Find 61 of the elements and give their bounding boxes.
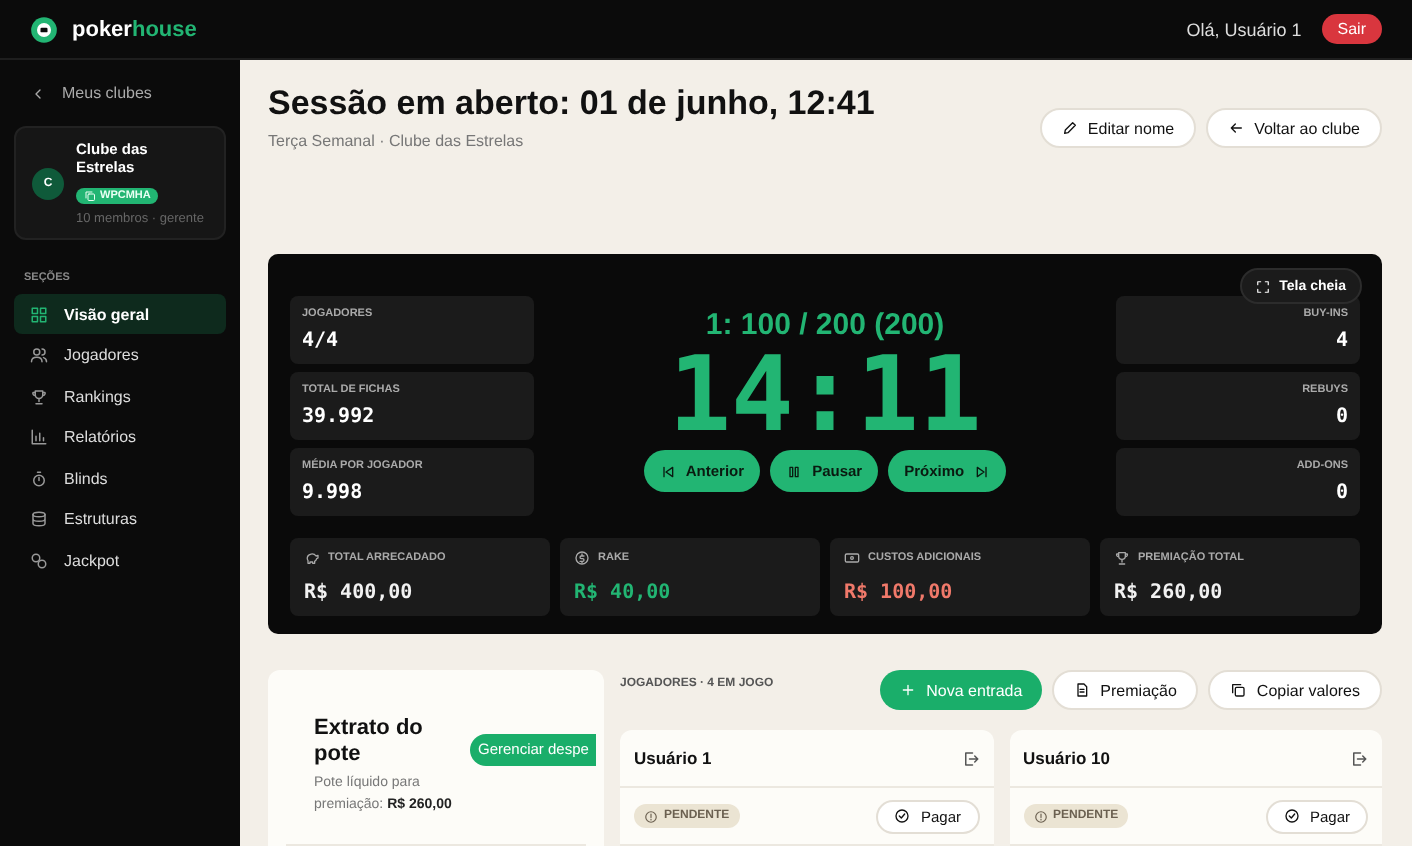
check-circle-icon [894, 808, 911, 824]
back-to-club-button[interactable]: Voltar ao clube [1206, 108, 1382, 148]
page-title: Sessão em aberto: 01 de junho, 12:41 [268, 84, 875, 124]
copy-icon [1230, 682, 1247, 698]
back-link[interactable]: Meus clubes [14, 84, 226, 102]
alert-circle-icon [644, 809, 658, 823]
sidebar-item[interactable]: Estruturas [14, 499, 226, 539]
skip-back-icon [659, 463, 676, 479]
exit-icon [1350, 749, 1368, 767]
page-subtitle: Terça Semanal · Clube das Estrelas [268, 132, 526, 150]
sidebar-item[interactable]: Jogadores [14, 335, 226, 375]
chevron-left-icon [30, 85, 46, 101]
copy-values-button[interactable]: Copiar valores [1208, 670, 1382, 710]
arrow-left-icon [1228, 120, 1245, 136]
stat-value: 0 [1335, 482, 1348, 504]
total-value: R$ 400,00 [304, 582, 415, 604]
skip-forward-icon [974, 463, 991, 479]
stat-value: 9.998 [302, 482, 365, 504]
total-value: R$ 40,00 [574, 582, 673, 604]
layers-icon [30, 510, 48, 528]
exit-icon [961, 749, 979, 767]
stopwatch-icon [30, 469, 48, 487]
sidebar-item[interactable]: Rankings [14, 376, 226, 416]
coins-icon [30, 551, 48, 569]
sidebar-item[interactable]: Blinds [14, 458, 226, 498]
clock-time: 14:11 [668, 346, 982, 446]
blind-level: 1: 100 / 200 (200) [705, 308, 945, 342]
check-circle-icon [1283, 808, 1300, 824]
total-value: R$ 260,00 [1114, 582, 1225, 604]
stat-value: 4/4 [302, 330, 341, 352]
plus-icon [900, 682, 917, 698]
logout-button[interactable]: Sair [1321, 14, 1382, 44]
edit-name-button[interactable]: Editar nome [1039, 108, 1197, 148]
pencil-icon [1061, 120, 1078, 136]
pot-title: Extrato do pote [314, 715, 425, 767]
stat-value: 4 [1335, 330, 1348, 352]
users-icon [30, 346, 48, 364]
pause-icon [786, 463, 803, 479]
logo-icon [30, 15, 58, 43]
copy-icon [84, 190, 96, 202]
logo-text: pokerhouse [72, 17, 197, 41]
stat-value: 0 [1335, 406, 1348, 428]
player-name: Usuário 1 [634, 748, 712, 768]
trophy-icon [30, 387, 48, 405]
grid-icon [30, 305, 48, 323]
banknote-icon [844, 550, 860, 566]
sidebar-item[interactable]: Visão geral [14, 294, 226, 334]
greeting-text: Olá, Usuário 1 [1186, 19, 1302, 39]
piggy-bank-icon [304, 550, 320, 566]
dollar-circle-icon [574, 550, 590, 566]
document-icon [1074, 682, 1091, 698]
sidebar-item[interactable]: Jackpot [14, 540, 226, 580]
alert-circle-icon [1033, 809, 1047, 823]
bar-chart-icon [30, 428, 48, 446]
stat-value: 39.992 [302, 406, 377, 428]
sidebar-item[interactable]: Relatórios [14, 417, 226, 457]
trophy-icon [1114, 550, 1130, 566]
total-value: R$ 100,00 [844, 582, 955, 604]
prizes-button[interactable]: Premiação [1052, 670, 1199, 710]
player-name: Usuário 10 [1023, 748, 1110, 768]
expand-icon [1255, 279, 1270, 293]
